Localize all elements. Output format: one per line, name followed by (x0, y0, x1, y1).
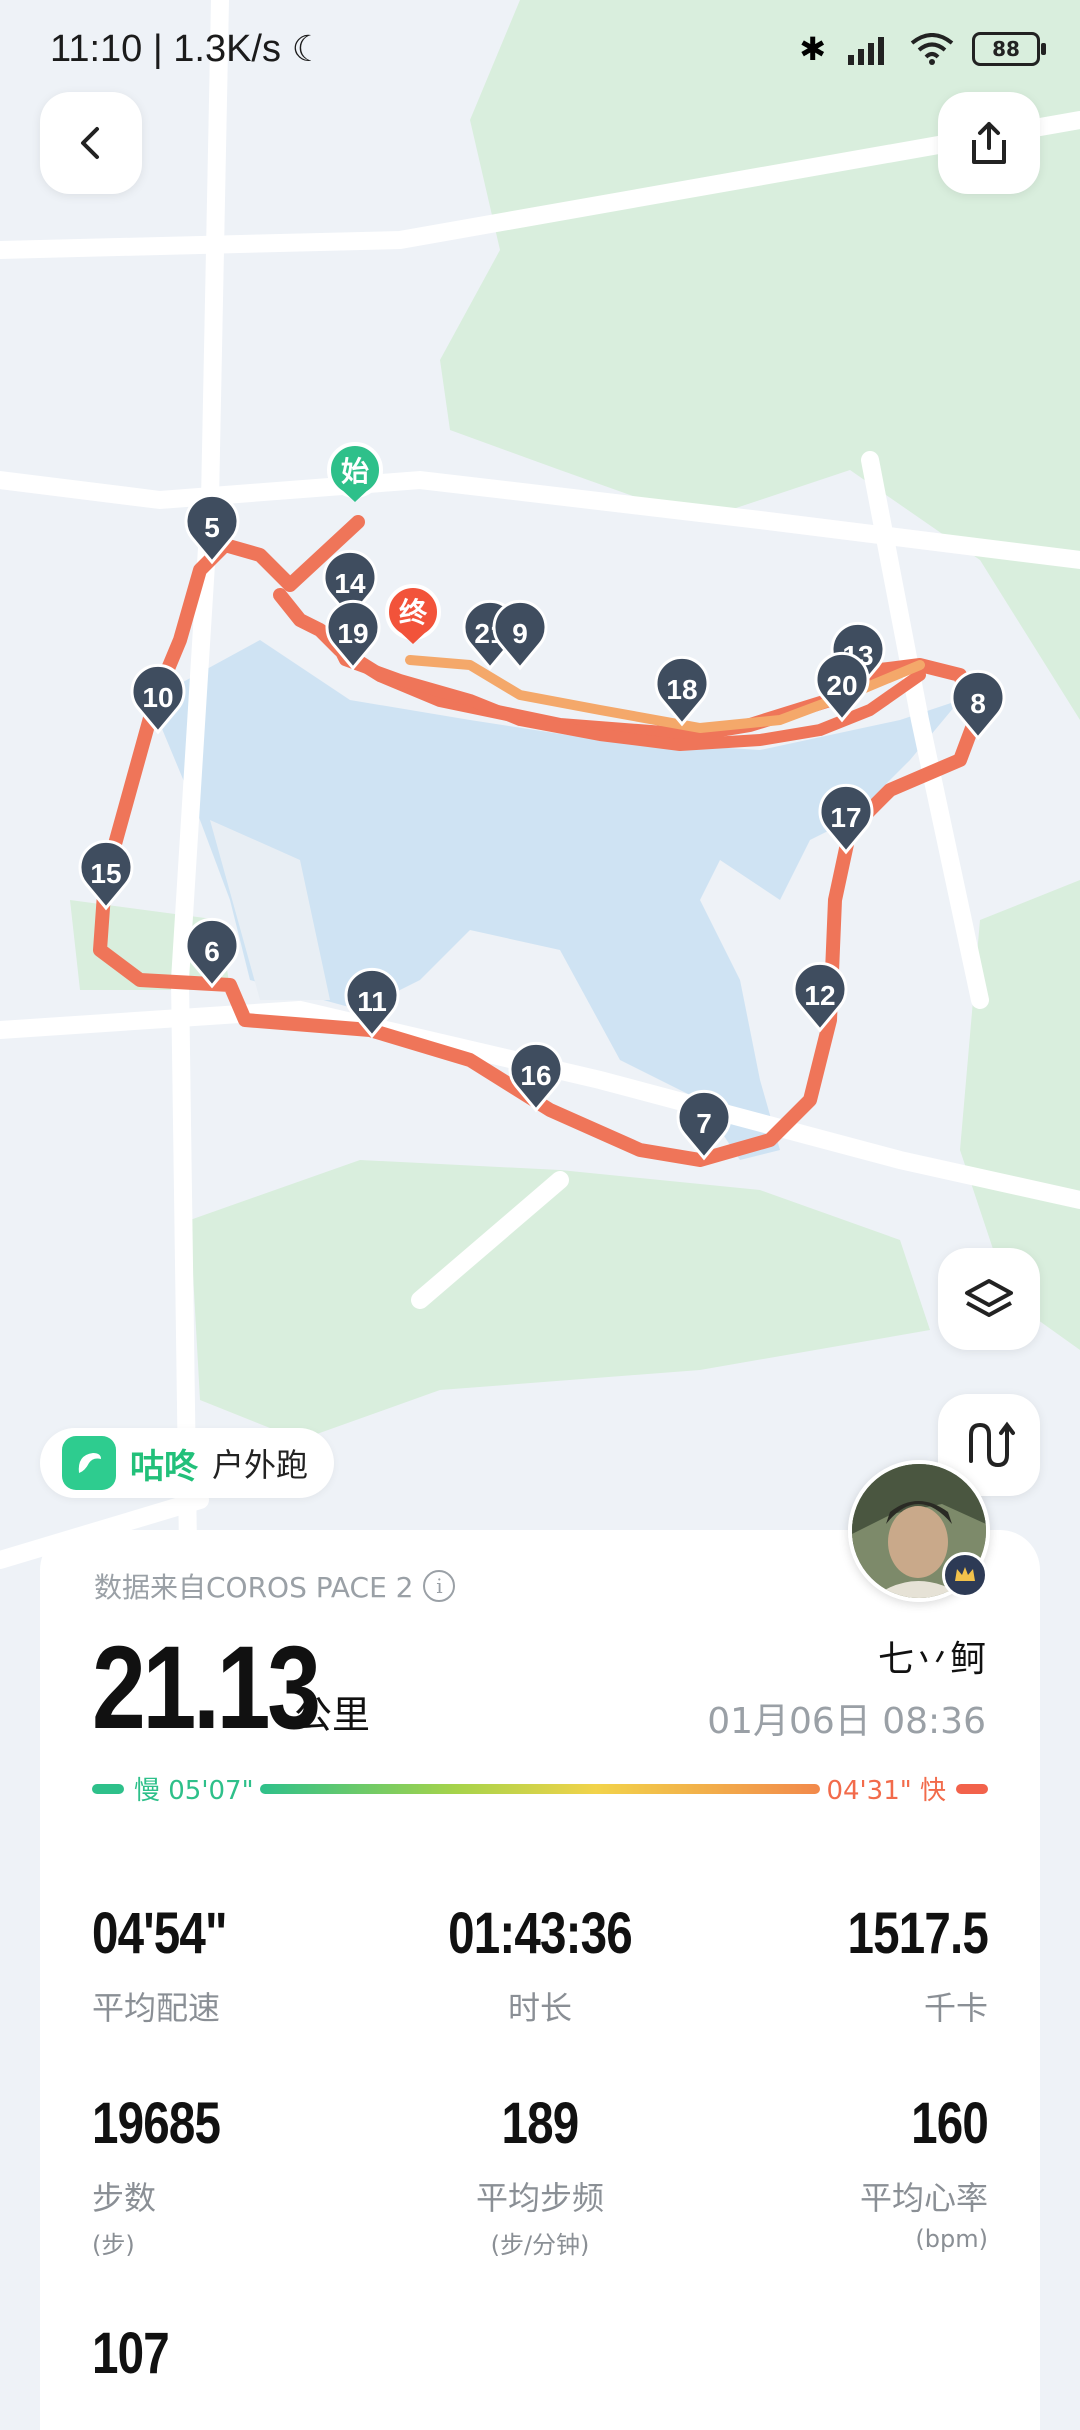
layers-icon (965, 1279, 1013, 1317)
activity-type: 户外跑 (212, 1446, 309, 1484)
activity-datetime: 01月06日 08:36 (707, 1701, 986, 1742)
signal-icon (848, 37, 884, 65)
crown-badge-icon (942, 1552, 988, 1598)
status-bar: 11:10 | 1.3K/s ☾ ✱ 88 (0, 0, 1080, 110)
km-marker-label: 14 (334, 568, 366, 599)
data-source-text: 数据来自COROS PACE 2 (94, 1571, 414, 1604)
wifi-icon (910, 33, 954, 65)
stat-label: 平均心率 (859, 2179, 988, 2217)
app-name: 咕咚 (130, 1446, 198, 1487)
stat-heart-rate: 160 平均心率 (bpm) (688, 2090, 989, 2253)
username: 七丷鲄 (877, 1639, 986, 1680)
km-marker-label: 6 (204, 936, 220, 967)
stat-value: 1517.5 (847, 1901, 988, 1966)
stat-steps: 19685 步数 (步) (92, 2090, 248, 2260)
pace-slow-label: 慢 05'07" (134, 1776, 254, 1806)
km-marker-label: 18 (666, 674, 697, 705)
km-marker-label: 16 (520, 1060, 551, 1091)
pace-slow: 慢 05'07" (92, 1770, 254, 1807)
km-marker-label: 8 (970, 688, 986, 719)
km-marker-label: 20 (826, 670, 857, 701)
stat-unit: (bpm) (915, 2225, 988, 2253)
status-icons: ✱ 88 (799, 30, 1046, 68)
stat-value: 04'54" (92, 1901, 228, 1966)
distance-unit: 公里 (294, 1693, 371, 1737)
fast-color-swatch (956, 1783, 988, 1794)
stat-label: 平均步频 (475, 2179, 604, 2217)
stat-extra: 107 (92, 2320, 186, 2387)
bluetooth-icon: ✱ (799, 30, 826, 68)
stat-label: 时长 (507, 1989, 572, 2027)
km-marker-label: 9 (512, 618, 528, 649)
stat-value: 01:43:36 (448, 1901, 633, 1966)
stat-unit: (步/分钟) (490, 2231, 590, 2259)
km-marker-label: 15 (90, 858, 121, 889)
km-marker-label: 19 (337, 618, 368, 649)
stat-value: 189 (501, 2091, 580, 2156)
map-layers-button[interactable] (938, 1248, 1040, 1350)
km-marker-label: 7 (696, 1108, 712, 1139)
stat-label: 平均配速 (92, 1989, 221, 2027)
moon-icon: ☾ (291, 28, 324, 69)
km-marker-label: 12 (804, 980, 835, 1011)
route-icon (969, 1421, 1015, 1468)
stat-label: 步数 (92, 2179, 157, 2217)
pace-gradient (260, 1784, 820, 1794)
stat-label: 千卡 (923, 1989, 988, 2027)
pace-fast: 04'31" 快 (826, 1770, 988, 1807)
app-badge: 咕咚 户外跑 (40, 1428, 335, 1498)
stat-value: 19685 (92, 2091, 221, 2156)
status-time: 11:10 | 1.3K/s ☾ (50, 28, 324, 71)
km-marker-label: 11 (357, 986, 387, 1017)
stat-value: 160 (911, 2091, 989, 2156)
end-label: 终 (399, 597, 428, 628)
km-marker-label: 10 (142, 682, 173, 713)
codoon-logo-icon (62, 1436, 116, 1490)
stat-value: 107 (92, 2321, 170, 2386)
pace-fast-label: 04'31" 快 (826, 1776, 946, 1806)
pace-legend: 慢 05'07" 04'31" 快 (92, 1770, 988, 1806)
share-button[interactable] (938, 92, 1040, 194)
info-icon[interactable]: i (423, 1570, 456, 1602)
stat-unit: (步) (92, 2231, 135, 2259)
data-source: 数据来自COROS PACE 2 i (94, 1566, 456, 1606)
status-time-text: 11:10 | 1.3K/s (50, 28, 281, 70)
chevron-left-icon (81, 127, 99, 159)
back-button[interactable] (40, 92, 142, 194)
battery-indicator: 88 (972, 32, 1046, 66)
share-icon (972, 122, 1006, 164)
km-marker-label: 17 (830, 802, 861, 833)
stat-calories: 1517.5 千卡 (688, 1900, 988, 2029)
distance-value: 21.13 (92, 1622, 321, 1754)
stat-cadence: 189 平均步频 (步/分钟) (390, 2090, 690, 2260)
slow-color-swatch (92, 1783, 124, 1794)
stat-avg-pace: 04'54" 平均配速 (92, 1900, 256, 2029)
km-marker-label: 5 (204, 512, 220, 543)
stat-duration: 01:43:36 时长 (390, 1900, 690, 2029)
start-label: 始 (341, 456, 369, 487)
